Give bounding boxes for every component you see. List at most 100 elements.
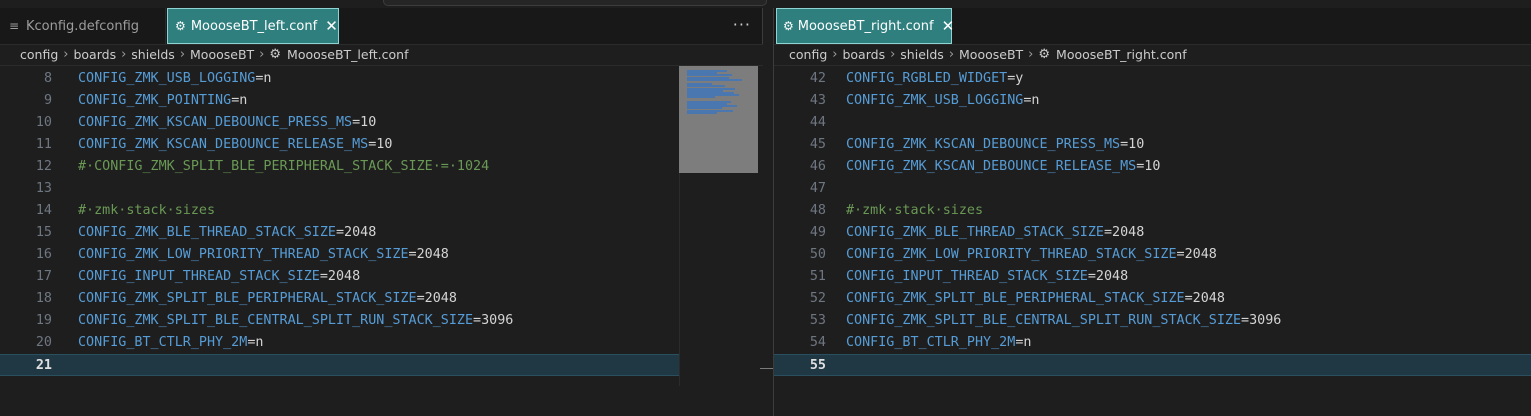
config-key: CONFIG_ZMK_USB_LOGGING [78,71,256,86]
command-center[interactable] [383,0,767,6]
gear-icon: ⚙ [1038,47,1051,62]
tab-label: MoooseBT_right.conf [797,18,934,34]
code-editor-left[interactable]: 8 CONFIG_ZMK_USB_LOGGING=n 9 CONFIG_ZMK_POI… [0,66,763,416]
line-number: 16 [35,247,52,262]
code-line[interactable]: 17 CONFIG_INPUT_THREAD_STACK_SIZE=2048 [0,266,763,288]
breadcrumb-item[interactable]: MoooseBT_left.conf [287,47,408,62]
config-value: =2048 [1184,291,1225,306]
line-code: CONFIG_BT_CTLR_PHY_2M=n [846,332,1031,354]
chevron-right-icon: › [121,47,127,62]
code-line[interactable]: 50 CONFIG_ZMK_LOW_PRIORITY_THREAD_STACK_S… [774,244,1531,266]
config-key: CONFIG_ZMK_LOW_PRIORITY_THREAD_STACK_SIZ… [846,247,1177,262]
tab-mooosebt-left-conf[interactable]: ⚙ MoooseBT_left.conf ✕ [167,8,339,44]
close-icon[interactable]: ✕ [942,17,955,35]
tab-bar-right: ⚙ MoooseBT_right.conf ✕ [774,8,1531,45]
code-line[interactable]: 19 CONFIG_ZMK_SPLIT_BLE_CENTRAL_SPLIT_RUN… [0,310,763,332]
code-line[interactable]: 12 #·CONFIG_ZMK_SPLIT_BLE_PERIPHERAL_STAC… [0,156,763,178]
line-number: 55 [809,358,826,373]
breadcrumb-item[interactable]: boards [842,47,885,62]
tab-kconfig-defconfig[interactable]: ≡ Kconfig.defconfig [0,8,166,44]
line-code: CONFIG_ZMK_USB_LOGGING=n [78,68,272,90]
breadcrumb-item[interactable]: config [20,47,58,62]
line-code: CONFIG_BT_CTLR_PHY_2M=n [78,332,263,354]
code-line[interactable]: 18 CONFIG_ZMK_SPLIT_BLE_PERIPHERAL_STACK_… [0,288,763,310]
chevron-right-icon: › [832,47,838,62]
line-number: 12 [35,159,52,174]
config-key: CONFIG_ZMK_KSCAN_DEBOUNCE_RELEASE_MS [846,159,1137,174]
current-line[interactable]: 21 [0,354,679,376]
line-number: 45 [809,137,826,152]
code-line[interactable]: 20 CONFIG_BT_CTLR_PHY_2M=n [0,332,763,354]
line-number: 44 [809,115,826,130]
config-value: =3096 [473,313,514,328]
line-code: CONFIG_RGBLED_WIDGET=y [846,68,1023,90]
minimap[interactable] [679,66,758,173]
line-code: CONFIG_ZMK_KSCAN_DEBOUNCE_RELEASE_MS=10 [846,156,1160,178]
config-value: =n [231,93,248,108]
line-number: 20 [35,335,52,350]
code-line[interactable]: 51 CONFIG_INPUT_THREAD_STACK_SIZE=2048 [774,266,1531,288]
editor-group-left: ≡ Kconfig.defconfig ⚙ MoooseBT_left.conf… [0,8,763,416]
config-value: =10 [368,137,393,152]
line-code: CONFIG_ZMK_SPLIT_BLE_CENTRAL_SPLIT_RUN_S… [846,310,1281,332]
config-key: CONFIG_INPUT_THREAD_STACK_SIZE [78,269,320,284]
more-actions-button[interactable]: ··· [733,8,751,44]
code-line[interactable]: 48 #·zmk·stack·sizes [774,200,1531,222]
close-icon[interactable]: ✕ [325,17,338,35]
code-line[interactable]: 54 CONFIG_BT_CTLR_PHY_2M=n [774,332,1531,354]
line-code: CONFIG_ZMK_KSCAN_DEBOUNCE_RELEASE_MS=10 [78,134,392,156]
code-line[interactable]: 47 [774,178,1531,200]
code-line[interactable]: 9 CONFIG_ZMK_POINTING=n [0,90,763,112]
code-line[interactable]: 46 CONFIG_ZMK_KSCAN_DEBOUNCE_RELEASE_MS=1… [774,156,1531,178]
config-value: =3096 [1241,313,1282,328]
code-line[interactable]: 45 CONFIG_ZMK_KSCAN_DEBOUNCE_PRESS_MS=10 [774,134,1531,156]
list-icon: ≡ [8,19,20,33]
line-number: 50 [809,247,826,262]
code-line[interactable]: 44 [774,112,1531,134]
code-line[interactable]: 13 [0,178,763,200]
line-code: CONFIG_ZMK_SPLIT_BLE_PERIPHERAL_STACK_SI… [846,288,1225,310]
line-number: 43 [809,93,826,108]
comment-text: #·zmk·stack·sizes [78,203,216,218]
config-value: =n [255,71,272,86]
config-key: CONFIG_BT_CTLR_PHY_2M [78,335,248,350]
code-line[interactable]: 8 CONFIG_ZMK_USB_LOGGING=n [0,68,763,90]
breadcrumb-item[interactable]: shields [900,47,944,62]
line-number: 46 [809,159,826,174]
code-line[interactable]: 52 CONFIG_ZMK_SPLIT_BLE_PERIPHERAL_STACK_… [774,288,1531,310]
code-editor-right[interactable]: 42 CONFIG_RGBLED_WIDGET=y 43 CONFIG_ZMK_USB… [774,66,1531,416]
breadcrumb: config › boards › shields › MoooseBT › ⚙… [774,44,1531,66]
current-line[interactable]: 55 [774,354,1531,376]
line-code: CONFIG_ZMK_LOW_PRIORITY_THREAD_STACK_SIZ… [78,244,449,266]
breadcrumb-item[interactable]: MoooseBT [190,47,254,62]
code-line[interactable]: 42 CONFIG_RGBLED_WIDGET=y [774,68,1531,90]
config-value: =2048 [319,269,361,284]
line-code: CONFIG_ZMK_SPLIT_BLE_CENTRAL_SPLIT_RUN_S… [78,310,513,332]
code-line[interactable]: 14 #·zmk·stack·sizes [0,200,763,222]
config-key: CONFIG_ZMK_BLE_THREAD_STACK_SIZE [846,225,1104,240]
code-line[interactable]: 15 CONFIG_ZMK_BLE_THREAD_STACK_SIZE=2048 [0,222,763,244]
minimap-line [687,78,742,81]
code-line[interactable]: 10 CONFIG_ZMK_KSCAN_DEBOUNCE_PRESS_MS=10 [0,112,763,134]
line-number: 48 [809,203,826,218]
breadcrumb-item[interactable]: boards [73,47,116,62]
config-value: =2048 [416,291,457,306]
breadcrumb-item[interactable]: config [789,47,827,62]
code-line[interactable]: 11 CONFIG_ZMK_KSCAN_DEBOUNCE_RELEASE_MS=1… [0,134,763,156]
code-line[interactable]: 49 CONFIG_ZMK_BLE_THREAD_STACK_SIZE=2048 [774,222,1531,244]
code-line[interactable]: 53 CONFIG_ZMK_SPLIT_BLE_CENTRAL_SPLIT_RUN… [774,310,1531,332]
code-line[interactable]: 16 CONFIG_ZMK_LOW_PRIORITY_THREAD_STACK_S… [0,244,763,266]
breadcrumb-item[interactable]: MoooseBT_right.conf [1056,47,1187,62]
line-number: 9 [43,93,52,108]
editor-group-right: ⚙ MoooseBT_right.conf ✕ config › boards … [773,8,1531,416]
line-code: CONFIG_ZMK_KSCAN_DEBOUNCE_PRESS_MS=10 [846,134,1144,156]
breadcrumb-item[interactable]: shields [131,47,175,62]
code-line[interactable]: 43 CONFIG_ZMK_USB_LOGGING=n [774,90,1531,112]
chevron-right-icon: › [63,47,69,62]
config-key: CONFIG_ZMK_KSCAN_DEBOUNCE_PRESS_MS [846,137,1121,152]
line-code: CONFIG_ZMK_USB_LOGGING=n [846,90,1040,112]
editor-split-sash[interactable] [763,8,773,416]
tab-mooosebt-right-conf[interactable]: ⚙ MoooseBT_right.conf ✕ [776,8,955,44]
breadcrumb-item[interactable]: MoooseBT [959,47,1023,62]
config-key: CONFIG_ZMK_SPLIT_BLE_CENTRAL_SPLIT_RUN_S… [78,313,474,328]
